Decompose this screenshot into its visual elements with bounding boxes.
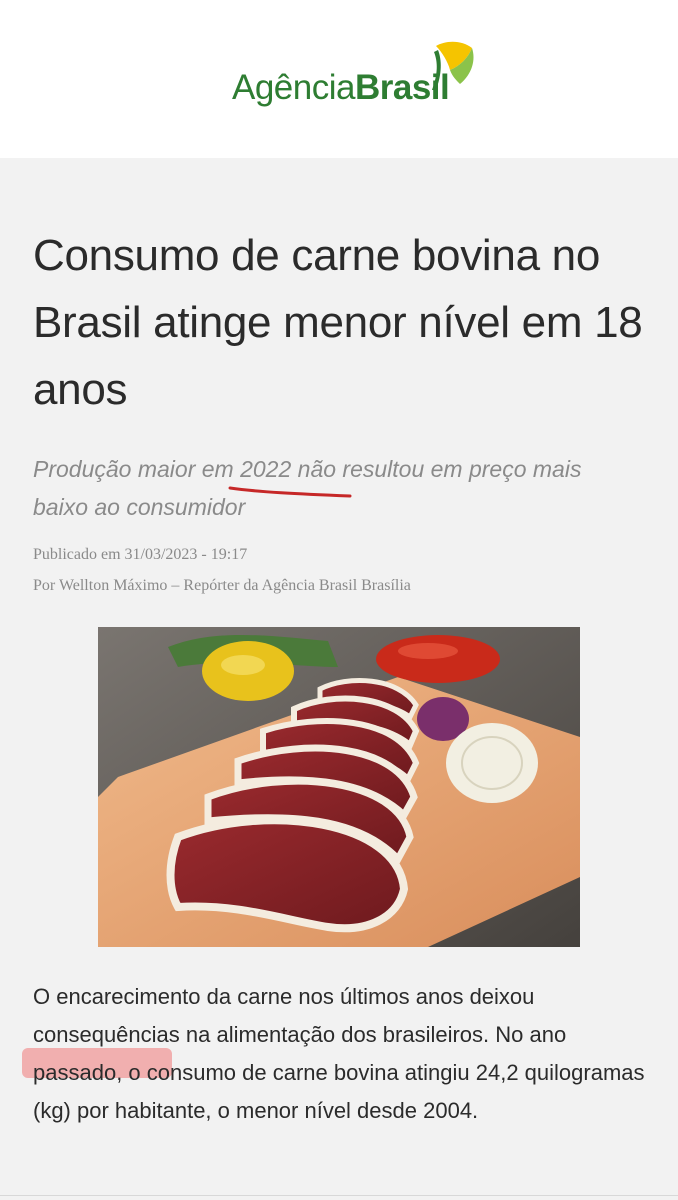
body-part: O encarecimento da carne nos últimos ano… [33,984,535,1047]
subtitle-part: Produção maior [33,456,202,482]
logo-flag-icon [432,41,474,90]
logo-text-agencia: Agência [232,68,355,107]
agencia-brasil-logo[interactable]: AgênciaBrasil [232,40,482,110]
site-header: AgênciaBrasil [0,0,678,158]
article-photo[interactable] [98,627,580,947]
article-body-paragraph: O encarecimento da carne nos últimos ano… [33,978,648,1130]
divider [0,1195,678,1196]
body-part: , o consumo de carne bovina atingiu 24,2… [33,1060,645,1123]
logo-wordmark: AgênciaBrasil [232,68,450,108]
subtitle-marked-text: em 2022 [201,456,292,482]
red-underline-annotation [228,486,352,498]
author-byline: Por Wellton Máximo – Repórter da Agência… [33,577,411,594]
article-title: Consumo de carne bovina no Brasil atinge… [33,231,643,414]
publish-date: Publicado em 31/03/2023 - 19:17 [33,546,248,563]
article: Consumo de carne bovina no Brasil atinge… [0,158,678,1200]
beef-steaks-image [98,627,580,947]
